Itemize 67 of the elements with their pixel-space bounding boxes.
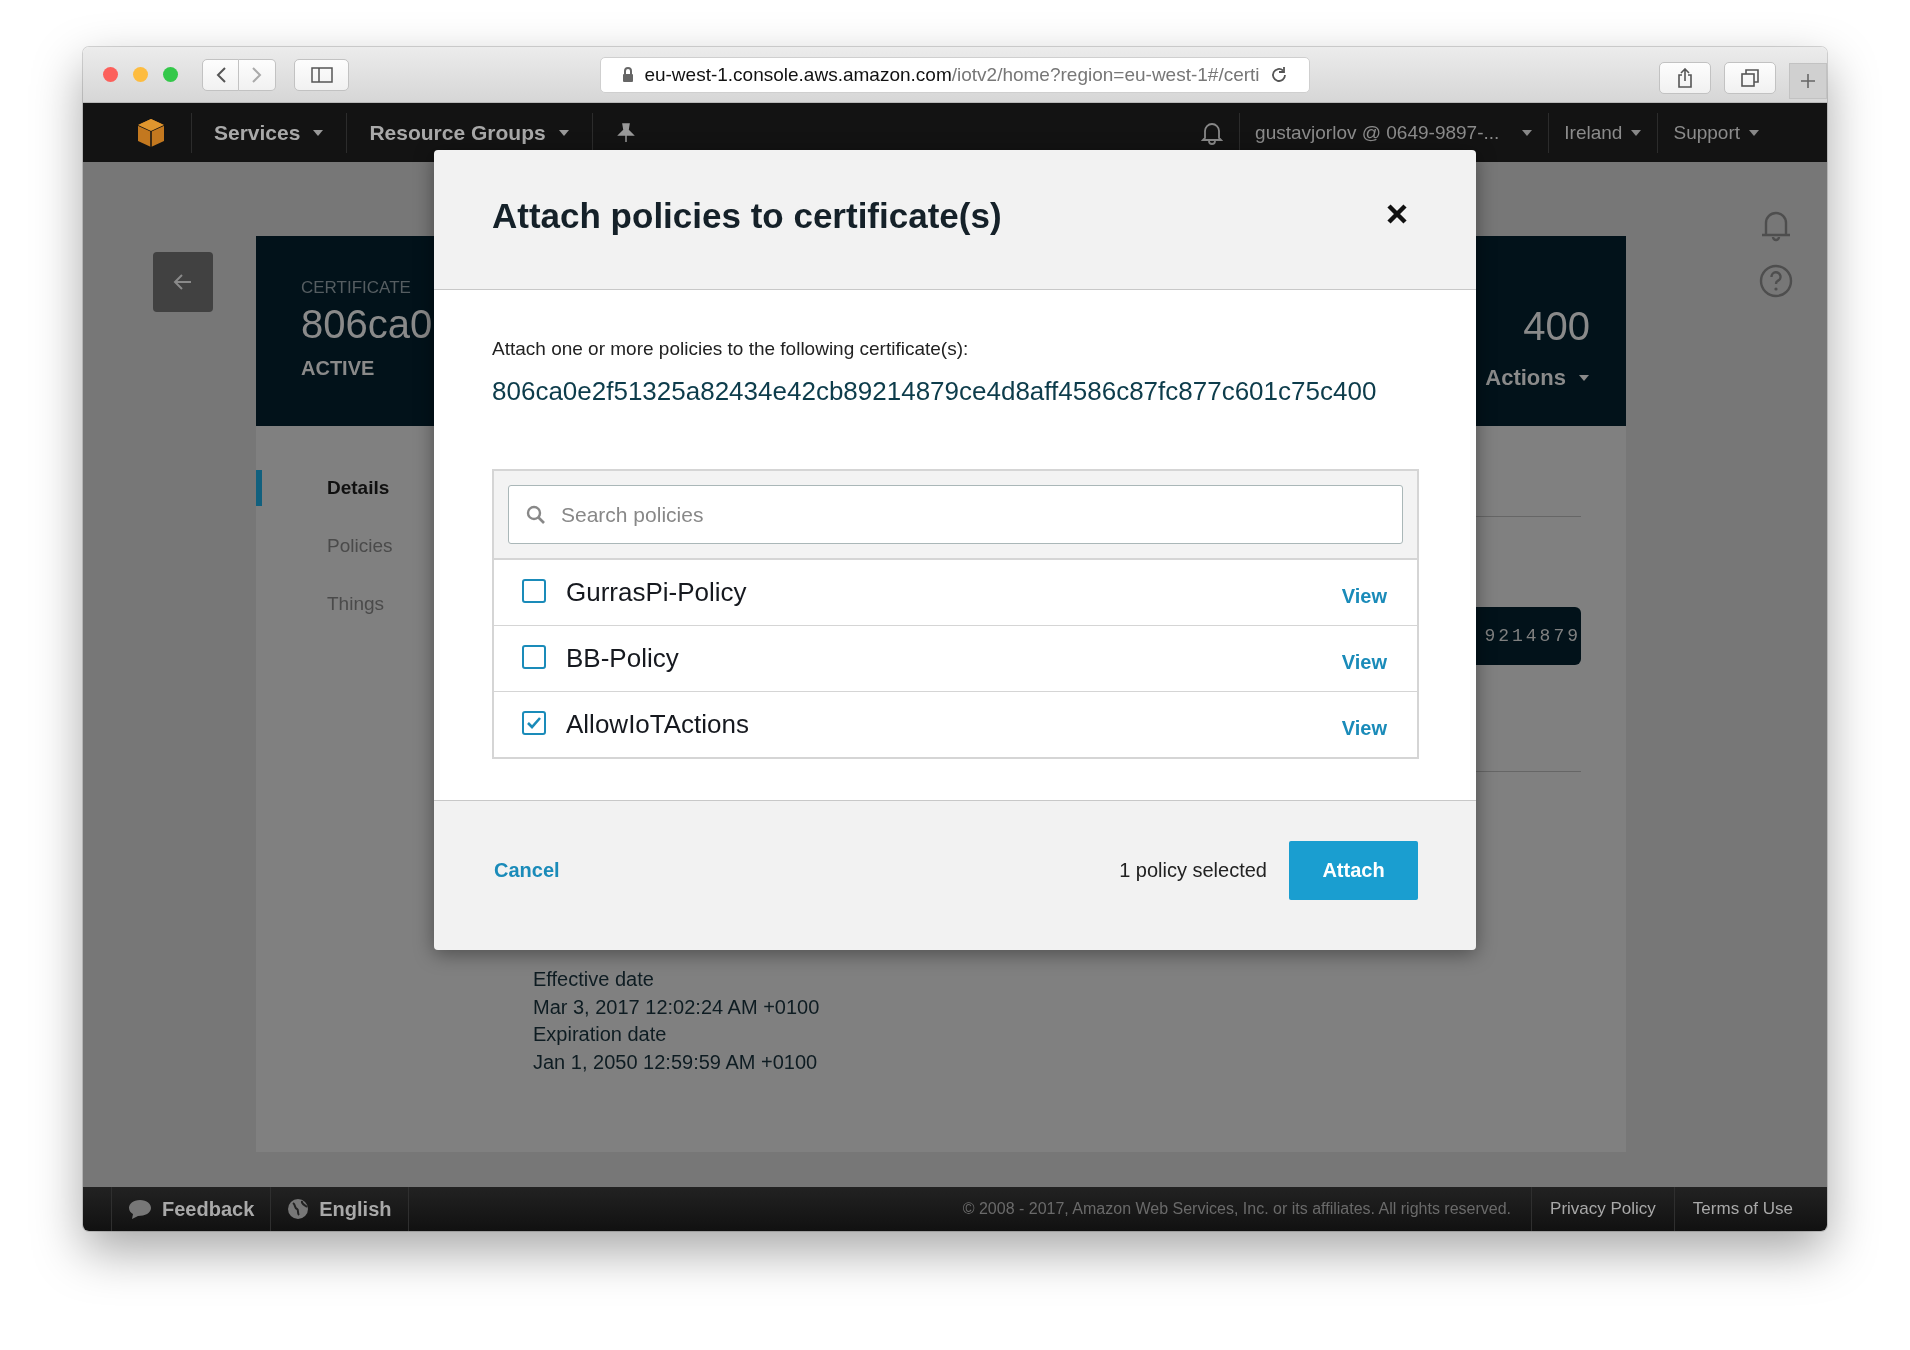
plus-icon [1800,73,1816,89]
checkbox[interactable] [522,710,546,735]
detail-label: Expiration date [533,1022,667,1047]
view-link[interactable]: View [1341,717,1387,740]
tabs-icon [1741,69,1759,87]
nav-menu[interactable]: Resource Groups [347,120,592,145]
close-window-icon[interactable] [103,67,118,82]
share-button[interactable] [1659,62,1711,94]
caret-icon [1578,374,1590,382]
tabs-button[interactable] [1724,62,1776,94]
eyebrow-label: CERTIFICATE [301,278,412,298]
footer-link[interactable]: Terms of Use [1674,1199,1811,1219]
footer-link[interactable]: Privacy Policy [1532,1199,1674,1219]
check-icon [526,715,542,730]
view-link[interactable]: View [1341,651,1387,674]
cancel-button[interactable]: Cancel [494,859,560,882]
detail-value: Mar 3, 2017 12:02:24 AM +0100 [533,994,820,1020]
globe-icon [287,1198,310,1220]
pin-icon[interactable] [616,122,635,143]
attach-button[interactable]: Attach [1289,841,1418,900]
url-text: eu-west-1.console.aws.amazon.com/iotv2/home?region=eu-west-1#/certi [644,64,1260,86]
arrow-left-icon [173,273,193,291]
side-tab[interactable]: Details [256,470,390,506]
bell-icon[interactable] [1201,120,1224,145]
chevron-right-icon [251,65,263,84]
support-menu[interactable]: Support [1658,121,1775,144]
detail-value: Jan 1, 2050 12:59:59 AM +0100 [533,1049,818,1075]
caret-icon [1630,128,1643,137]
search-field[interactable]: Search policies [508,485,1403,544]
language-button[interactable]: English [271,1197,408,1221]
account-menu[interactable]: gustavjorlov @ 0649-9897-... [1240,121,1549,144]
checkbox[interactable] [522,644,546,669]
certificate-title: 400 [1523,304,1590,349]
certificate-id: 806ca0e2f51325a82434e42cb89214879ce4d8aff4586c87fc877c601c75c400 [492,376,1378,407]
caret-icon [557,128,570,137]
speech-bubble-icon [128,1198,152,1220]
sidebar-icon [310,66,333,83]
help-icon[interactable] [1758,264,1793,298]
address-bar[interactable]: eu-west-1.console.aws.amazon.com/iotv2/home?region=eu-west-1#/certi [600,57,1310,93]
policy-name: GurrasPi-Policy [566,577,748,608]
intro-text: Attach one or more policies to the following certificate(s): [492,338,970,360]
code-block: 9214879 [1476,607,1581,665]
new-tab-button[interactable] [1789,63,1827,99]
chevron-left-icon [214,65,227,84]
actions-menu[interactable]: Actions [1485,365,1590,391]
share-icon [1677,68,1693,88]
lock-icon [622,67,635,83]
policy-name: AllowIoTActions [566,709,751,740]
view-link[interactable]: View [1341,585,1387,608]
caret-icon [312,128,325,137]
dialog-title: Attach policies to certificate(s) [492,195,1002,236]
sidebar-button[interactable] [294,58,349,91]
certificate-title: 806ca0 [301,302,433,347]
caret-icon [1521,128,1534,137]
reload-icon[interactable] [1269,66,1288,84]
detail-label: Effective date [533,967,654,992]
status-label: ACTIVE [301,357,376,380]
cube-logo-icon[interactable] [135,116,167,149]
checkbox[interactable] [522,578,546,603]
feedback-button[interactable]: Feedback [112,1197,271,1221]
policy-name: BB-Policy [566,643,680,674]
back-button[interactable] [202,58,239,91]
nav-menu[interactable]: Services [192,120,347,145]
region-menu[interactable]: Ireland [1549,121,1658,144]
selection-count: 1 policy selected [1119,859,1267,882]
caret-icon [1748,128,1760,137]
copyright-text: © 2008 - 2017, Amazon Web Services, Inc. or its affiliates. All rights reserved. [962,1200,1513,1218]
